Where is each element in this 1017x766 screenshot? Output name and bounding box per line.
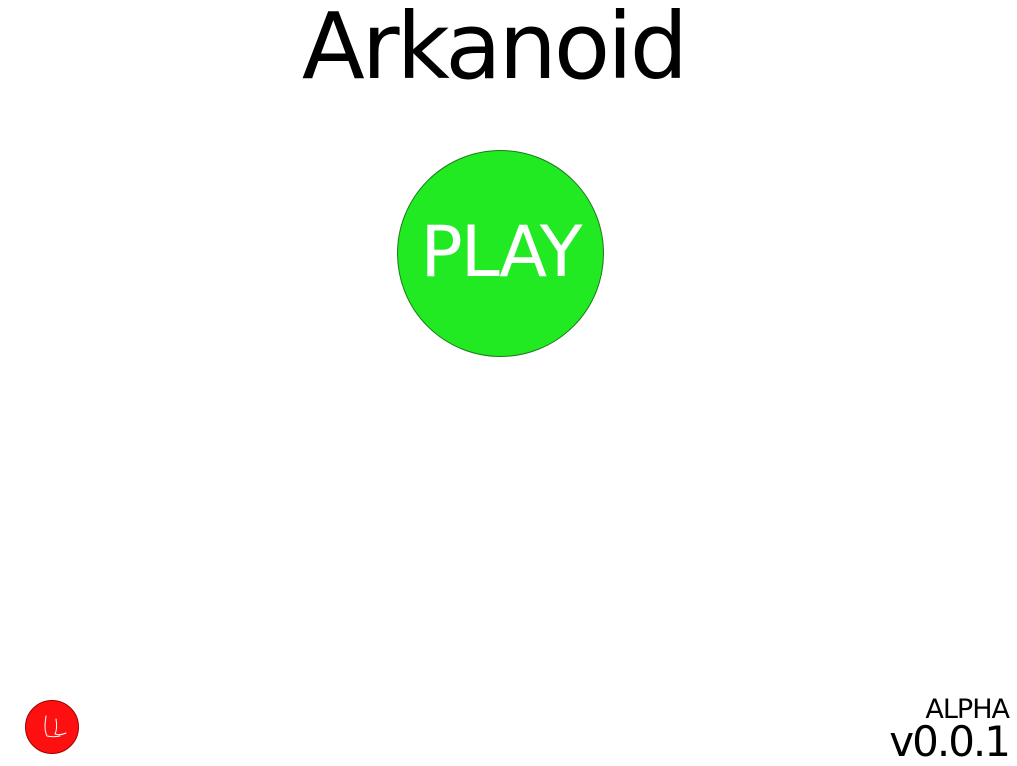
logo-icon bbox=[25, 700, 79, 754]
logo-circle bbox=[25, 700, 79, 754]
game-title: Arkanoid bbox=[301, 0, 688, 100]
version-number: v0.0.1 bbox=[889, 717, 1011, 766]
play-button-label: PLAY bbox=[420, 210, 582, 293]
version-info: ALPHA v0.0.1 bbox=[889, 694, 1011, 766]
play-button[interactable]: PLAY bbox=[397, 150, 604, 357]
